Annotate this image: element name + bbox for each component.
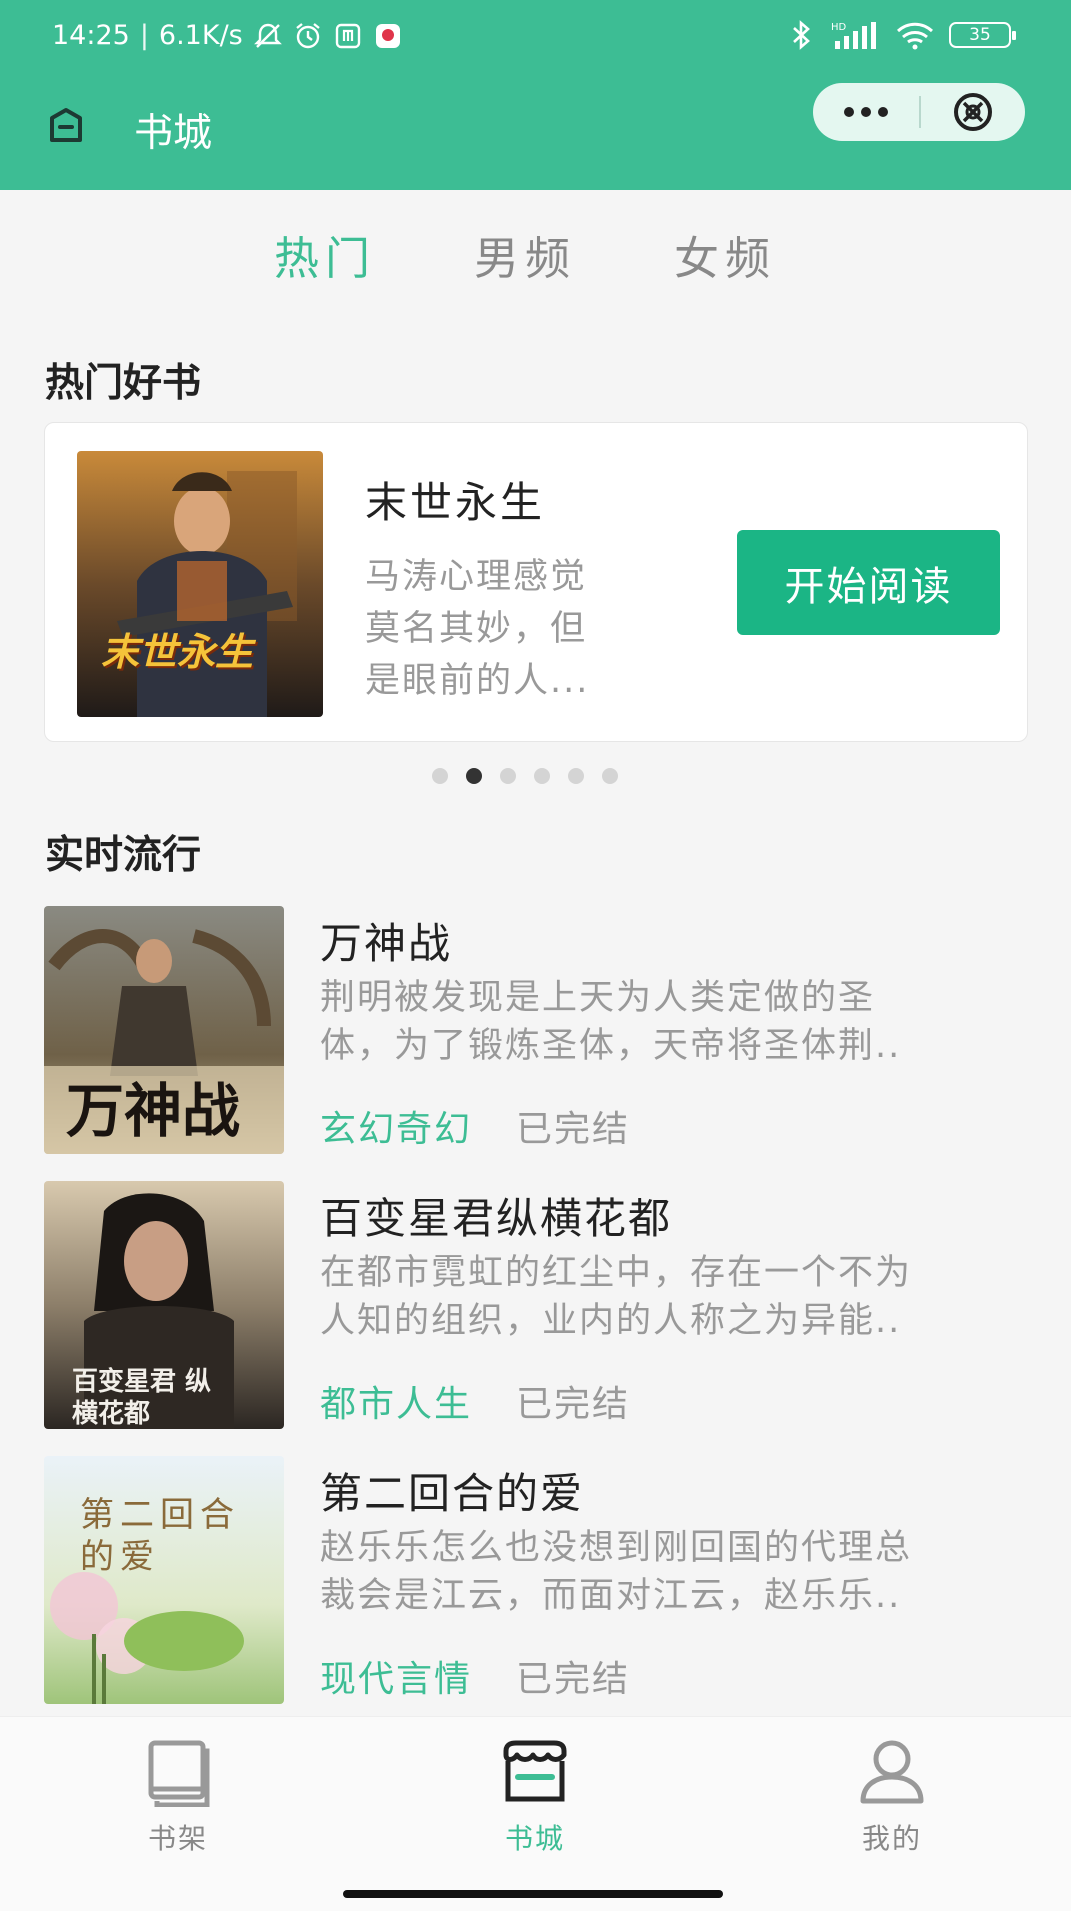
carousel-dot[interactable] [568,768,584,784]
book-cover-title: 万神战 [66,1077,241,1145]
status-divider: | [139,20,149,51]
featured-desc-line: 莫名其妙，但 [365,609,588,649]
book-status: 已完结 [516,1384,631,1425]
tabbar-item-bookstore[interactable]: 书城 [435,1737,635,1857]
status-time: 14:25 [52,20,130,51]
status-bar: 14:25 | 6.1K/s HD 35 [0,0,1071,76]
tab-hot[interactable]: 热门 [274,222,474,287]
title-bar: 书城 [0,76,1071,190]
carousel-dot[interactable] [432,768,448,784]
network-speed: 6.1K/s [158,20,243,51]
book-title: 第二回合的爱 [320,1469,585,1518]
book-cover[interactable]: 百变星君 纵横花都 [44,1181,284,1429]
book-genre[interactable]: 玄幻奇幻 [320,1109,472,1150]
featured-cover-title: 末世永生 [101,630,254,674]
alarm-icon [293,21,323,51]
book-desc-line: 赵乐乐怎么也没想到刚回国的代理总 [320,1528,913,1568]
book-title: 百变星君纵横花都 [320,1194,673,1243]
list-item[interactable]: 百变星君 纵横花都 百变星君纵横花都 在都市霓虹的红尘中，存在一个不为 人知的组… [44,1181,1034,1431]
featured-book-cover[interactable]: 末世永生 [77,451,323,717]
featured-book-card[interactable]: 末世永生 末世永生 马涛心理感觉 莫名其妙，但 是眼前的人... 开始阅读 [44,422,1028,742]
book-description: 荆明被发现是上天为人类定做的圣 体，为了锻炼圣体，天帝将圣体荆.. [320,974,1032,1070]
carousel-dot[interactable] [534,768,550,784]
battery-level: 35 [969,25,991,45]
book-meta: 都市人生 已完结 [320,1375,630,1427]
book-cover[interactable]: 万神战 [44,906,284,1154]
battery-icon: 35 [949,22,1016,48]
tabbar-label: 我的 [861,1822,922,1855]
book-meta: 玄幻奇幻 已完结 [320,1100,630,1152]
book-cover-title: 百变星君 纵横花都 [72,1367,212,1429]
carousel-indicator [432,768,618,784]
featured-book-description: 马涛心理感觉 莫名其妙，但 是眼前的人... [365,551,655,707]
book-meta: 现代言情 已完结 [320,1650,630,1702]
svg-text:HD: HD [831,22,847,33]
featured-desc-line: 是眼前的人... [365,661,590,701]
bookstore-icon [503,1740,567,1802]
tabbar-item-bookshelf[interactable]: 书架 [78,1737,278,1857]
more-dots-icon [844,107,888,117]
mute-bell-icon [253,21,283,51]
book-genre[interactable]: 都市人生 [320,1384,472,1425]
section-title-featured: 热门好书 [45,361,202,406]
profile-icon [860,1740,924,1804]
book-description: 赵乐乐怎么也没想到刚回国的代理总 裁会是江云，而面对江云，赵乐乐.. [320,1524,1032,1620]
nfc-icon [333,21,363,51]
book-status: 已完结 [516,1109,631,1150]
home-indicator[interactable] [343,1890,723,1898]
book-cover-title: 第二回合的爱 [80,1495,240,1577]
wifi-icon [895,20,935,50]
page-title: 书城 [134,111,213,156]
close-circle-icon [953,93,992,131]
featured-desc-line: 马涛心理感觉 [365,557,588,597]
hd-signal-icon: HD [829,20,881,50]
tabbar-label: 书架 [147,1822,208,1855]
book-desc-line: 在都市霓虹的红尘中，存在一个不为 [320,1253,913,1293]
tab-female[interactable]: 女频 [674,222,874,287]
tab-male[interactable]: 男频 [474,222,674,287]
book-title: 万神战 [320,919,453,968]
book-genre[interactable]: 现代言情 [320,1659,472,1700]
tabbar-label: 书城 [504,1822,565,1855]
carousel-dot[interactable] [602,768,618,784]
book-desc-line: 荆明被发现是上天为人类定做的圣 [320,978,876,1018]
start-reading-button[interactable]: 开始阅读 [737,530,1000,635]
carousel-dot[interactable] [500,768,516,784]
section-title-trending: 实时流行 [45,833,202,878]
bottom-tab-bar: 书架 书城 我的 [0,1716,1071,1911]
carousel-dot-active[interactable] [466,768,482,784]
book-desc-line: 人知的组织，业内的人称之为异能.. [320,1301,902,1341]
app-header: 14:25 | 6.1K/s HD 35 书城 [0,0,1071,190]
category-tabs: 热门 男频 女频 [274,222,874,287]
close-miniprogram-button[interactable] [921,83,1025,141]
list-item[interactable]: 万神战 万神战 荆明被发现是上天为人类定做的圣 体，为了锻炼圣体，天帝将圣体荆.… [44,906,1034,1156]
featured-book-title: 末世永生 [365,478,546,527]
book-status: 已完结 [516,1659,631,1700]
tabbar-item-profile[interactable]: 我的 [792,1737,992,1857]
book-desc-line: 体，为了锻炼圣体，天帝将圣体荆.. [320,1026,902,1066]
list-item[interactable]: 第二回合的爱 第二回合的爱 赵乐乐怎么也没想到刚回国的代理总 裁会是江云，而面对… [44,1456,1034,1706]
miniprogram-capsule [813,83,1025,141]
more-options-button[interactable] [813,83,919,141]
bluetooth-icon [789,20,815,50]
bookshelf-icon [148,1740,210,1807]
book-desc-line: 裁会是江云，而面对江云，赵乐乐.. [320,1576,902,1616]
home-icon[interactable] [44,104,88,148]
app-notification-icon [373,21,403,51]
book-cover[interactable]: 第二回合的爱 [44,1456,284,1704]
book-description: 在都市霓虹的红尘中，存在一个不为 人知的组织，业内的人称之为异能.. [320,1249,1032,1345]
